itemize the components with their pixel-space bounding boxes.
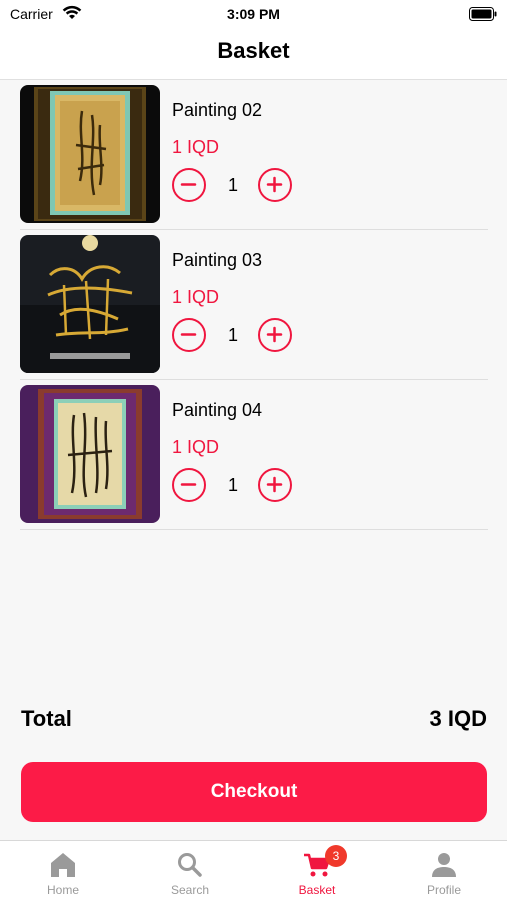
painting-02-image[interactable] [20, 85, 160, 223]
quantity-value: 1 [227, 325, 238, 345]
minus-icon [180, 183, 197, 186]
quantity-value: 1 [227, 475, 238, 495]
tab-label: Basket [298, 883, 336, 897]
plus-icon [266, 326, 283, 343]
total-value: 3 IQD [429, 706, 487, 731]
tab-home[interactable]: Home [0, 841, 126, 900]
cart-count-badge: 3 [325, 845, 347, 867]
increase-quantity-button[interactable] [258, 318, 292, 352]
tab-label: Profile [426, 883, 461, 897]
decrease-quantity-button[interactable] [172, 468, 206, 502]
decrease-quantity-button[interactable] [172, 318, 206, 352]
item-price: 1 IQD [172, 437, 220, 457]
basket-item: Painting 02 1 IQD 1 [20, 80, 488, 230]
item-price: 1 IQD [172, 287, 220, 307]
painting-03-image[interactable] [20, 235, 160, 373]
item-name: Painting 03 [172, 250, 263, 270]
increase-quantity-button[interactable] [258, 468, 292, 502]
plus-icon [266, 176, 283, 193]
tab-search[interactable]: Search [127, 841, 253, 900]
clock: 3:09 PM [227, 6, 280, 22]
battery-icon [469, 7, 497, 26]
person-icon [429, 851, 459, 879]
basket-item: Painting 03 1 IQD 1 [20, 230, 488, 380]
navigation-bar: Basket [0, 28, 507, 80]
checkout-button[interactable]: Checkout [21, 762, 487, 822]
total-label: Total [21, 706, 72, 731]
decrease-quantity-button[interactable] [172, 168, 206, 202]
page-title: Basket [217, 38, 290, 63]
item-name: Painting 04 [172, 400, 263, 420]
increase-quantity-button[interactable] [258, 168, 292, 202]
search-icon [175, 851, 205, 879]
item-name: Painting 02 [172, 100, 263, 120]
status-bar: Carrier 3:09 PM [0, 0, 507, 28]
plus-icon [266, 476, 283, 493]
tab-basket[interactable]: 3 Basket [254, 841, 380, 900]
minus-icon [180, 483, 197, 486]
quantity-value: 1 [227, 175, 238, 195]
basket-item: Painting 04 1 IQD 1 [20, 380, 488, 530]
tab-label: Home [46, 883, 79, 897]
home-icon [48, 851, 78, 879]
tab-bar: Home Search 3 Basket Profile [0, 840, 507, 900]
tab-profile[interactable]: Profile [381, 841, 507, 900]
painting-04-image[interactable] [20, 385, 160, 523]
item-price: 1 IQD [172, 137, 220, 157]
minus-icon [180, 333, 197, 336]
tab-label: Search [170, 883, 210, 897]
